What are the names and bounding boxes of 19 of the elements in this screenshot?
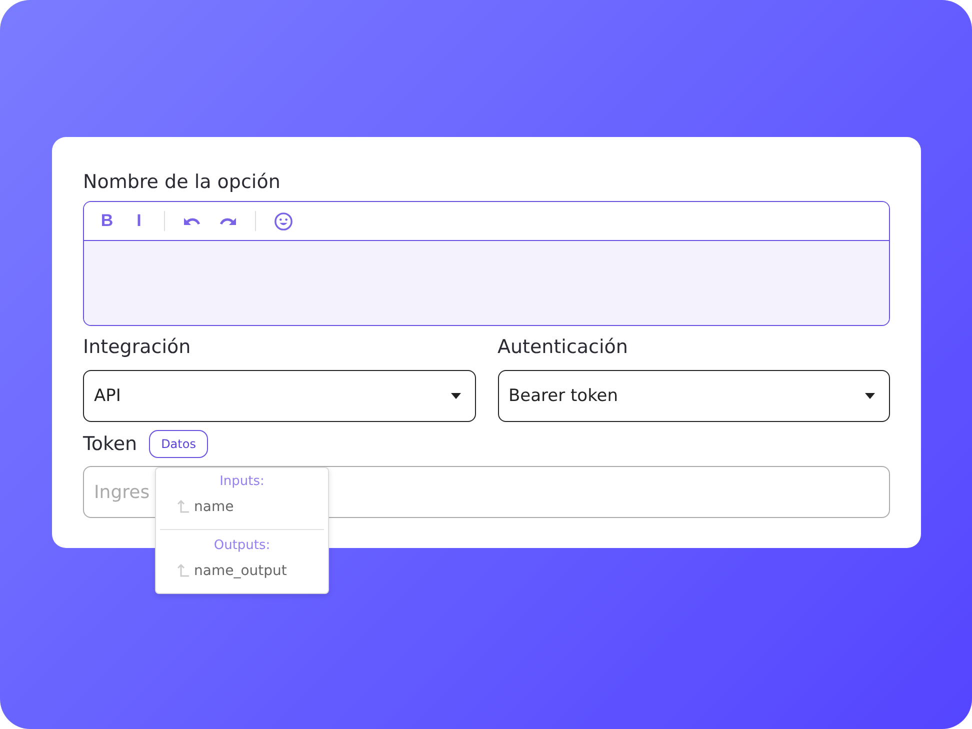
field-label: Autenticación [498, 336, 629, 358]
section-title: Inputs: [218, 474, 266, 489]
caret-icon [865, 393, 875, 399]
return-arrow-icon [176, 564, 190, 578]
data-button[interactable]: Datos [149, 430, 208, 458]
text-editor[interactable]: B I [83, 201, 890, 326]
format-button[interactable]: I [132, 211, 146, 231]
undo-icon[interactable] [183, 215, 201, 227]
format-button[interactable]: B [100, 211, 114, 231]
select-field[interactable]: API [83, 370, 476, 422]
return-arrow-icon [176, 500, 190, 514]
select-field[interactable]: Bearer token [498, 370, 890, 422]
field-label: Token [83, 433, 138, 455]
section-title: Outputs: [212, 538, 272, 553]
menu-item[interactable]: name_output [160, 553, 324, 587]
caret-icon [450, 393, 460, 399]
emoji-icon[interactable] [274, 212, 293, 230]
field-label: Integración [83, 336, 192, 358]
field-label: Nombre de la opción [83, 171, 282, 193]
